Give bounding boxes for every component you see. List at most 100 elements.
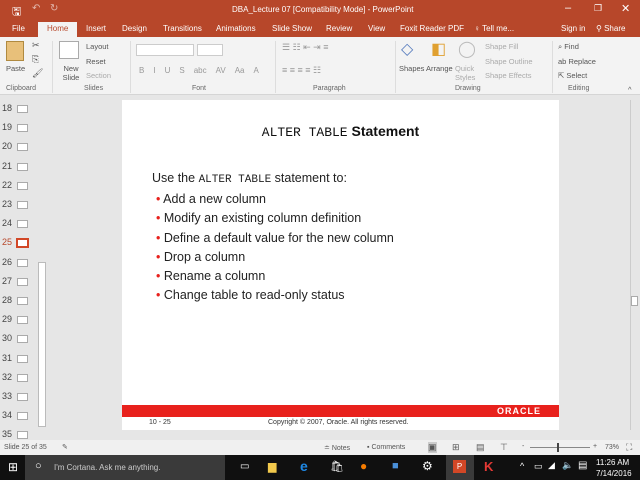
arrange-button[interactable]: Arrange — [426, 64, 453, 73]
store-icon[interactable]: 🛍 — [330, 460, 344, 473]
shape-fill-button[interactable]: Shape Fill — [485, 42, 518, 51]
bold-button[interactable]: B — [139, 66, 144, 75]
slide-thumbnail[interactable] — [17, 105, 28, 113]
tab-review[interactable]: Review — [326, 24, 352, 33]
section-button[interactable]: Section — [86, 71, 111, 80]
new-slide-button[interactable]: New Slide — [59, 64, 83, 82]
shapes-button[interactable]: Shapes — [399, 64, 424, 73]
kaspersky-icon[interactable]: K — [484, 459, 493, 474]
battery-icon[interactable]: ▭ — [534, 461, 543, 472]
font-name-input[interactable] — [136, 44, 194, 56]
slide-thumbnail[interactable] — [17, 181, 28, 190]
slide-thumbnail[interactable] — [17, 162, 28, 171]
change-case-button[interactable]: Aa — [235, 66, 245, 75]
app-icon[interactable]: ■ — [392, 460, 399, 472]
sign-in-link[interactable]: Sign in — [561, 24, 585, 33]
replace-button[interactable]: ab Replace — [558, 57, 596, 66]
comments-button[interactable]: ▪ Comments — [367, 444, 405, 451]
slide-thumbnail[interactable] — [17, 297, 28, 305]
reset-button[interactable]: Reset — [86, 57, 106, 66]
scroll-thumb[interactable] — [631, 296, 638, 306]
underline-button[interactable]: U — [165, 66, 171, 75]
collapse-ribbon-icon[interactable]: ^ — [628, 85, 632, 94]
tab-file[interactable]: File — [12, 24, 25, 33]
bullets-icon[interactable]: ☰ ☷ ⇤ ⇥ ≡ — [282, 42, 328, 53]
italic-button[interactable]: I — [153, 66, 155, 75]
layout-button[interactable]: Layout — [86, 42, 109, 51]
clock-time[interactable]: 11:26 AM — [596, 458, 629, 467]
copy-icon[interactable]: ⎘ — [32, 54, 39, 65]
slide-sorter-button[interactable]: ⊞ — [452, 442, 460, 453]
redo-icon[interactable]: ↻ — [50, 3, 58, 14]
firefox-icon[interactable]: ● — [360, 459, 367, 473]
zoom-in-button[interactable]: + — [593, 443, 597, 450]
spacing-button[interactable]: AV — [216, 66, 226, 75]
zoom-slider[interactable] — [530, 443, 590, 452]
shape-outline-button[interactable]: Shape Outline — [485, 57, 533, 66]
volume-icon[interactable]: 🔈 — [562, 460, 573, 471]
clock-date[interactable]: 7/14/2016 — [596, 469, 632, 478]
restore-button[interactable]: ❐ — [594, 3, 602, 14]
slide-thumbnail[interactable] — [17, 201, 28, 209]
slide-thumbnail[interactable] — [17, 393, 28, 401]
zoom-level[interactable]: 73% — [605, 444, 619, 451]
slide-canvas[interactable]: ALTER TABLE Statement Use the ALTER TABL… — [122, 100, 559, 430]
tab-foxit[interactable]: Foxit Reader PDF — [400, 24, 464, 33]
slide-thumbnail[interactable] — [17, 373, 28, 382]
spell-check-icon[interactable]: ✎ — [62, 443, 68, 451]
undo-icon[interactable]: ↶ — [32, 3, 40, 14]
reading-view-button[interactable]: ▤ — [476, 442, 485, 453]
align-icons[interactable]: ≡ ≡ ≡ ≡ ☷ — [282, 65, 321, 76]
slide-thumbnail[interactable] — [16, 238, 29, 249]
minimize-button[interactable]: – — [565, 2, 571, 14]
wifi-icon[interactable]: ◢ — [548, 460, 555, 471]
slide-thumbnail[interactable] — [17, 258, 28, 267]
paste-button[interactable]: Paste — [6, 64, 25, 73]
thumbnail-scrollbar[interactable] — [38, 262, 46, 427]
slide-thumbnail[interactable] — [17, 431, 28, 440]
zoom-slider-thumb[interactable] — [557, 443, 559, 452]
shape-effects-button[interactable]: Shape Effects — [485, 71, 532, 80]
tell-me-input[interactable]: ♀ Tell me... — [474, 24, 514, 33]
tab-view[interactable]: View — [368, 24, 385, 33]
tab-insert[interactable]: Insert — [86, 24, 106, 33]
slide-thumbnail[interactable] — [17, 412, 28, 421]
slide-thumbnail[interactable] — [17, 335, 28, 344]
edge-icon[interactable]: e — [300, 458, 308, 474]
slide-thumbnail[interactable] — [17, 124, 28, 133]
tray-chevron-icon[interactable]: ^ — [520, 461, 524, 471]
fit-slide-icon[interactable]: ⛶ — [626, 442, 632, 453]
font-size-input[interactable] — [197, 44, 223, 56]
settings-icon[interactable]: ⚙ — [422, 459, 433, 473]
tab-home[interactable]: Home — [38, 22, 78, 37]
slideshow-button[interactable]: ⊤ — [500, 442, 508, 453]
close-button[interactable]: ✕ — [621, 2, 630, 15]
notes-button[interactable]: ≐ Notes — [324, 444, 350, 452]
slide-thumbnail[interactable] — [17, 143, 28, 152]
tab-animations[interactable]: Animations — [216, 24, 256, 33]
quick-styles-button[interactable]: Quick Styles — [455, 64, 479, 82]
tab-slide-show[interactable]: Slide Show — [272, 24, 312, 33]
font-color-button[interactable]: A — [253, 66, 258, 75]
windows-start-icon[interactable]: ⊞ — [8, 460, 18, 474]
task-view-icon[interactable]: ▭ — [240, 461, 249, 472]
cortana-search[interactable]: ○ I'm Cortana. Ask me anything. — [25, 455, 225, 480]
zoom-out-button[interactable]: - — [522, 443, 524, 450]
notifications-icon[interactable]: ▤ — [578, 460, 587, 471]
select-button[interactable]: ⇱ Select — [558, 71, 587, 80]
file-explorer-icon[interactable]: ▆ — [268, 460, 276, 473]
slide-thumbnail[interactable] — [17, 316, 28, 325]
cut-icon[interactable]: ✂ — [32, 40, 40, 51]
slide-thumbnail[interactable] — [17, 220, 28, 229]
tab-transitions[interactable]: Transitions — [163, 24, 202, 33]
format-painter-icon[interactable]: 🖌 — [32, 68, 43, 79]
slide-thumbnail[interactable] — [17, 354, 28, 363]
slide-scrollbar[interactable] — [630, 100, 638, 430]
tab-design[interactable]: Design — [122, 24, 147, 33]
strikethrough-button[interactable]: abc — [194, 66, 207, 75]
powerpoint-taskbar-button[interactable]: P — [446, 455, 474, 480]
normal-view-button[interactable]: ▣ — [428, 442, 437, 453]
share-button[interactable]: ⚲ Share — [596, 24, 625, 33]
shadow-button[interactable]: S — [179, 66, 184, 75]
slide-thumbnail[interactable] — [17, 277, 28, 286]
